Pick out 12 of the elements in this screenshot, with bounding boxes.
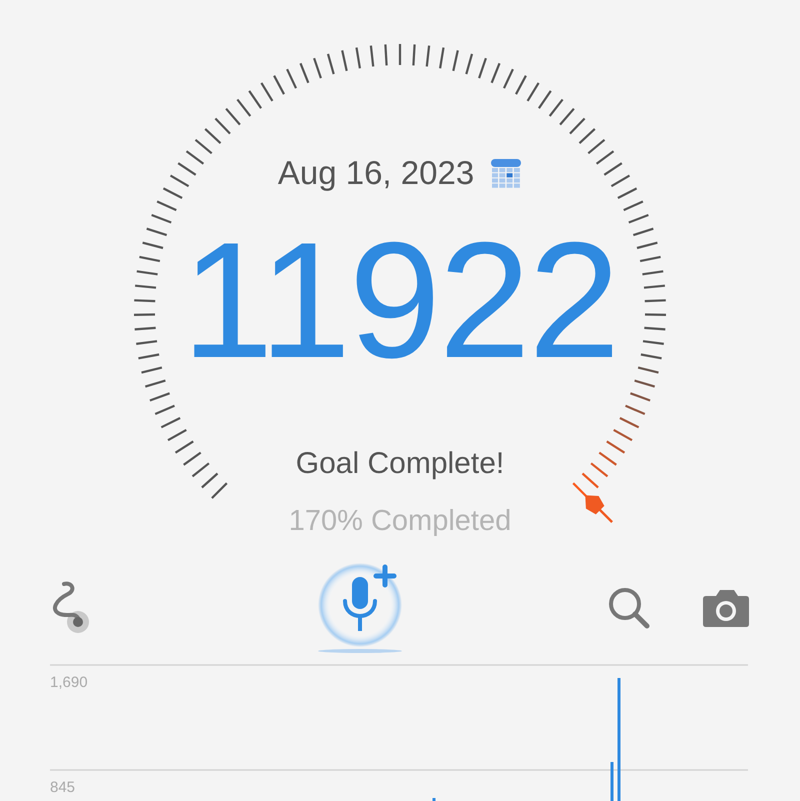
chart-bar <box>610 762 614 801</box>
search-icon[interactable] <box>606 586 651 630</box>
chart-bar <box>432 798 436 801</box>
goal-status: Goal Complete! <box>296 446 504 482</box>
completion-percent: 170% Completed <box>288 504 512 538</box>
step-count: 11922 <box>182 218 618 382</box>
axis-label: 1,690 <box>50 674 88 691</box>
progress-marker <box>585 495 613 523</box>
date-label: Aug 16, 2023 <box>278 153 474 193</box>
axis-label: 845 <box>50 779 76 796</box>
calendar-icon[interactable] <box>490 156 522 189</box>
camera-icon[interactable] <box>702 588 750 628</box>
